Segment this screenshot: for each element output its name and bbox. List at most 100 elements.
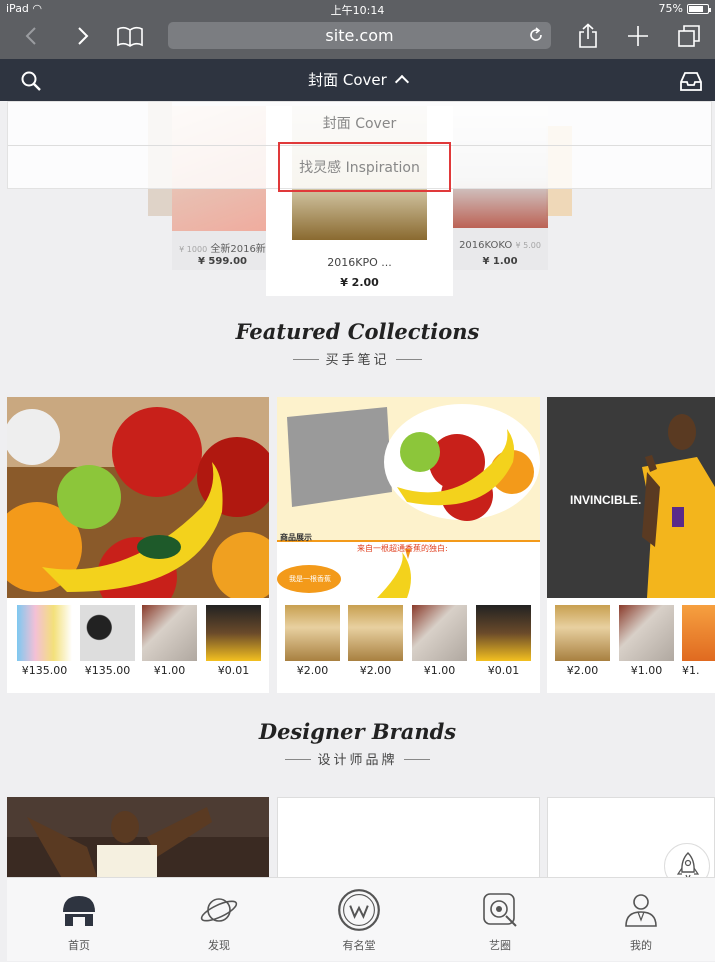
browser-chrome: iPad ◠ 上午10:14 75% site.com (0, 0, 715, 59)
collection-thumbnails: ¥2.00 ¥1.00 ¥1. (547, 605, 715, 685)
thumbnail-image (555, 605, 610, 661)
product-price: ¥ 599.00 (197, 256, 248, 267)
tab-label: 首页 (68, 939, 90, 952)
collection-card[interactable]: INVINCIBLE. ¥2.00 ¥1.00 ¥1. (547, 397, 715, 693)
book-icon (117, 26, 143, 47)
tab-label: 艺圈 (489, 939, 511, 952)
chevron-up-icon (394, 74, 409, 90)
product-name: 2016KPO ... (327, 256, 392, 269)
thumbnail-image (142, 605, 197, 661)
product-name: 2016KOKO ¥ 5.00 (452, 240, 548, 251)
battery-percent: 75% (658, 2, 683, 15)
bottom-tab-bar: 首页 发现 有名堂 艺圈 我的 (7, 877, 715, 961)
thumbnail-item[interactable]: ¥0.01 (476, 605, 531, 677)
chevron-left-icon (25, 27, 36, 45)
highlight-box (278, 142, 451, 192)
inbox-icon[interactable] (679, 70, 703, 92)
nav-title-dropdown[interactable]: 封面 Cover (0, 59, 715, 101)
collection-thumbnails: ¥135.00 ¥135.00 ¥1.00 ¥0.01 (7, 605, 269, 685)
thumbnail-item[interactable]: ¥135.00 (17, 605, 72, 677)
product-old-price: ¥ 5.00 (515, 241, 541, 250)
featured-title: Featured Collections (235, 319, 480, 344)
designer-subtitle-text: 设计师品牌 (317, 753, 398, 768)
tab-art-circle[interactable]: 艺圈 (450, 878, 550, 962)
thumbnail-item[interactable]: ¥2.00 (285, 605, 340, 677)
thumbnail-image (17, 605, 72, 661)
product-old-price: ¥ 1000 (179, 245, 208, 254)
w-logo-icon (338, 889, 380, 931)
thumbnail-image (476, 605, 531, 661)
tab-home[interactable]: 首页 (29, 878, 129, 962)
tabs-icon (678, 25, 700, 47)
thumbnail-price: ¥1.00 (630, 664, 663, 677)
thumbnail-price: ¥2.00 (296, 664, 329, 677)
thumbnail-item[interactable]: ¥1. (682, 605, 715, 677)
battery-area: 75% (658, 2, 711, 15)
tabs-button[interactable] (671, 20, 707, 52)
collection-hero-image (7, 397, 269, 598)
thumbnail-image (206, 605, 261, 661)
product-name-text: 2016KOKO (459, 240, 513, 251)
designer-subtitle: 设计师品牌 (0, 749, 715, 768)
thumbnail-price: ¥2.00 (566, 664, 599, 677)
battery-icon (687, 3, 711, 14)
share-button[interactable] (570, 20, 606, 52)
promo-caption: 来自一根超通香蕉的独白: (357, 544, 448, 553)
thumbnail-price: ¥0.01 (217, 664, 250, 677)
designer-title: Designer Brands (258, 719, 457, 744)
clock: 上午10:14 (330, 4, 385, 17)
nav-title: 封面 Cover (308, 71, 387, 89)
thumbnail-item[interactable]: ¥135.00 (80, 605, 135, 677)
product-price: ¥ 2.00 (340, 276, 379, 289)
bookmarks-button[interactable] (112, 20, 148, 52)
app-navbar: 封面 Cover (0, 59, 715, 101)
collection-card[interactable]: 商品展示 来自一根超通香蕉的独白: 我是一根香蕉 ¥2.00 ¥2.00 ¥1.… (277, 397, 540, 693)
forward-button[interactable] (64, 20, 100, 52)
reload-icon[interactable] (527, 26, 545, 44)
tab-label: 有名堂 (342, 939, 376, 952)
thumbnail-item[interactable]: ¥1.00 (412, 605, 467, 677)
featured-subtitle: 买手笔记 (0, 349, 715, 368)
thumbnail-item[interactable]: ¥2.00 (555, 605, 610, 677)
art-circle-icon (483, 893, 517, 927)
featured-subtitle-text: 买手笔记 (325, 353, 390, 368)
thumbnail-price: ¥135.00 (84, 664, 131, 677)
plus-icon (628, 26, 648, 46)
thumbnail-image (285, 605, 340, 661)
thumbnail-item[interactable]: ¥1.00 (619, 605, 674, 677)
thumbnail-price: ¥1.00 (423, 664, 456, 677)
product-name: ¥ 1000 全新2016新 (172, 240, 273, 255)
new-tab-button[interactable] (620, 20, 656, 52)
thumbnail-item[interactable]: ¥0.01 (206, 605, 261, 677)
product-name-text: 全新2016新 (210, 244, 266, 255)
thumbnail-image (348, 605, 403, 661)
thumbnail-item[interactable]: ¥1.00 (142, 605, 197, 677)
address-bar[interactable]: site.com (168, 22, 551, 49)
product-price: ¥ 1.00 (482, 256, 518, 267)
banana-apple-image (7, 397, 269, 598)
tab-discover[interactable]: 发现 (169, 878, 269, 962)
planet-icon (200, 898, 238, 922)
thumbnail-price: ¥0.01 (487, 664, 520, 677)
collection-card[interactable]: ¥135.00 ¥135.00 ¥1.00 ¥0.01 (7, 397, 269, 693)
share-icon (579, 23, 597, 48)
promo-bubble-text: 我是一根香蕉 (289, 575, 331, 583)
brand-card[interactable] (7, 797, 269, 887)
brand-card[interactable] (277, 797, 540, 887)
tab-profile[interactable]: 我的 (591, 878, 691, 962)
tab-label: 发现 (208, 939, 230, 952)
thumbnail-price: ¥135.00 (21, 664, 68, 677)
promo-label: 商品展示 (280, 533, 312, 542)
menu-item-cover[interactable]: 封面 Cover (8, 102, 711, 146)
brand-image (7, 797, 269, 887)
chevron-right-icon (78, 27, 89, 45)
collection-hero-image: 商品展示 来自一根超通香蕉的独白: 我是一根香蕉 (277, 397, 540, 598)
back-button[interactable] (14, 20, 50, 52)
promo-fruit-image (277, 397, 540, 598)
thumbnail-item[interactable]: ¥2.00 (348, 605, 403, 677)
home-icon (63, 896, 95, 926)
tab-famous[interactable]: 有名堂 (309, 878, 409, 962)
thumbnail-image (682, 605, 715, 661)
tab-label: 我的 (630, 939, 652, 952)
slogan-text: INVINCIBLE. (570, 493, 642, 507)
